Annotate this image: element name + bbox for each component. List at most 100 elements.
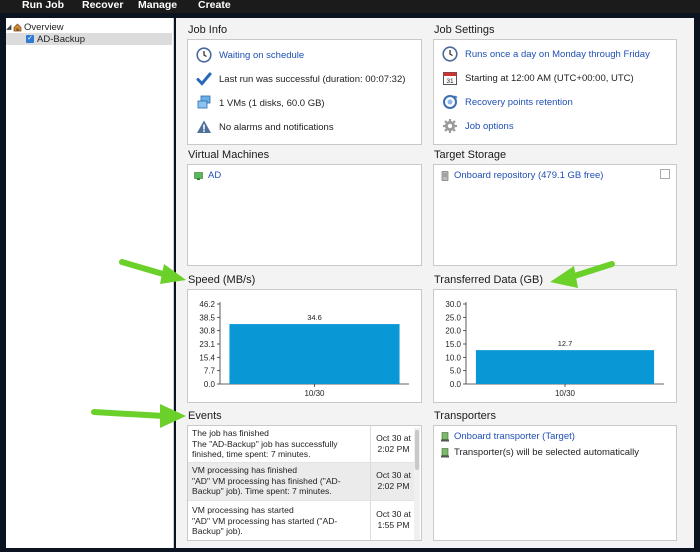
event-message: VM processing has finished "AD" VM proce… [192, 465, 341, 496]
job-options-row: Job options [442, 118, 514, 134]
repository-link[interactable]: Onboard repository (479.1 GB free) [454, 170, 603, 181]
vm-count-text: 1 VMs (1 disks, 60.0 GB) [219, 97, 325, 109]
event-time: Oct 30 at 2:02 PM [370, 426, 414, 462]
transporter-auto-row: Transporter(s) will be selected automati… [440, 447, 639, 458]
y-tick-label: 0.0 [450, 380, 462, 389]
events-scrollbar[interactable] [414, 428, 420, 540]
events-title: Events [188, 410, 222, 422]
y-tick-label: 38.5 [199, 313, 215, 322]
target-storage-panel: Onboard repository (479.1 GB free) [433, 164, 677, 266]
job-status-link[interactable]: Waiting on schedule [219, 50, 304, 61]
checkmark-icon [196, 71, 212, 87]
y-tick-label: 15.0 [445, 340, 461, 349]
x-tick-label: 10/30 [304, 389, 325, 398]
vm-item-ad[interactable]: AD [194, 170, 221, 181]
transporter-icon [440, 431, 450, 442]
speed-title: Speed (MB/s) [188, 274, 256, 286]
y-tick-label: 5.0 [450, 367, 462, 376]
checked-job-icon: ✓ [26, 35, 34, 43]
job-settings-panel: Runs once a day on Monday through Friday… [433, 39, 677, 145]
clock-icon [442, 46, 458, 62]
start-time-row: 31 Starting at 12:00 AM (UTC+00:00, UTC) [442, 70, 634, 86]
repository-checkbox[interactable] [660, 169, 670, 179]
clock-icon [196, 47, 212, 63]
retention-link[interactable]: Recovery points retention [465, 97, 573, 108]
house-icon [13, 23, 22, 32]
schedule-link[interactable]: Runs once a day on Monday through Friday [465, 49, 650, 60]
y-tick-label: 46.2 [199, 300, 215, 309]
transporters-title: Transporters [434, 410, 496, 422]
menubar: Run Job Recover Manage Create [0, 0, 700, 13]
target-storage-title: Target Storage [434, 149, 507, 161]
y-tick-label: 0.0 [204, 380, 216, 389]
annotation-arrow-transferred [550, 261, 615, 288]
last-run-row: Last run was successful (duration: 00:07… [196, 71, 405, 87]
transferred-chart-panel: 0.0 5.0 10.0 15.0 20.0 25.0 30.0 12.7 10/30 [433, 289, 677, 403]
job-info-panel: Waiting on schedule Last run was success… [187, 39, 422, 145]
transporter-icon [440, 447, 450, 458]
schedule-row: Runs once a day on Monday through Friday [442, 46, 650, 62]
tree-label-overview: Overview [24, 21, 64, 33]
y-tick-label: 20.0 [445, 327, 461, 336]
job-status-row: Waiting on schedule [196, 47, 304, 63]
annotation-arrow-events [91, 404, 186, 428]
repository-icon [440, 170, 450, 181]
transferred-title: Transferred Data (GB) [434, 274, 544, 286]
alarms-row: No alarms and notifications [196, 119, 334, 135]
job-options-link[interactable]: Job options [465, 121, 514, 132]
vm-icon [194, 171, 204, 181]
event-time: Oct 30 at 1:55 PM [370, 501, 414, 540]
y-tick-label: 23.1 [199, 340, 215, 349]
last-run-text: Last run was successful (duration: 00:07… [219, 73, 406, 85]
speed-chart-panel: 0.0 7.7 15.4 23.1 30.8 38.5 46.2 34.6 10/30 [187, 289, 422, 403]
vm-count-row: 1 VMs (1 disks, 60.0 GB) [196, 95, 325, 111]
job-settings-title: Job Settings [434, 24, 495, 36]
y-tick-label: 30.8 [199, 327, 215, 336]
x-tick-label: 10/30 [555, 389, 576, 398]
y-tick-label: 15.4 [199, 353, 215, 362]
transporter-auto-text: Transporter(s) will be selected automati… [454, 447, 639, 458]
warning-triangle-icon [196, 119, 212, 135]
repository-row[interactable]: Onboard repository (479.1 GB free) [440, 170, 603, 181]
bar-value-label: 12.7 [558, 339, 573, 348]
y-tick-label: 10.0 [445, 353, 461, 362]
job-info-title: Job Info [188, 24, 228, 36]
events-scroll-thumb[interactable] [415, 430, 419, 470]
transporter-link[interactable]: Onboard transporter (Target) [454, 431, 575, 442]
menu-manage[interactable]: Manage [138, 0, 177, 11]
gear-icon [442, 118, 458, 134]
expand-arrow-icon[interactable]: ◢ [6, 23, 13, 31]
menu-recover[interactable]: Recover [82, 0, 123, 11]
event-row[interactable]: VM processing has finished "AD" VM proce… [188, 463, 416, 501]
bar-value-label: 34.6 [307, 313, 322, 322]
y-tick-label: 30.0 [445, 300, 461, 309]
virtual-machines-title: Virtual Machines [188, 149, 270, 161]
recovery-points-icon [442, 94, 458, 110]
start-time-text: Starting at 12:00 AM (UTC+00:00, UTC) [465, 72, 634, 84]
tree-item-overview[interactable]: ◢ Overview [6, 21, 172, 33]
svg-text:31: 31 [446, 78, 454, 85]
tree-label-ad-backup: AD-Backup [37, 33, 86, 45]
speed-chart: 0.0 7.7 15.4 23.1 30.8 38.5 46.2 34.6 10/30 [199, 300, 409, 398]
event-message: The job has finished The "AD-Backup" job… [192, 428, 338, 459]
event-message: VM processing has started "AD" VM proces… [192, 505, 338, 536]
menu-create[interactable]: Create [198, 0, 231, 11]
retention-row: Recovery points retention [442, 94, 573, 110]
event-row[interactable]: The job has finished The "AD-Backup" job… [188, 426, 416, 463]
y-tick-label: 7.7 [204, 367, 216, 376]
bar [475, 350, 655, 384]
alarms-text: No alarms and notifications [219, 121, 334, 133]
event-row[interactable]: VM processing has started "AD" VM proces… [188, 501, 416, 540]
y-tick-label: 25.0 [445, 313, 461, 322]
event-time: Oct 30 at 2:02 PM [370, 463, 414, 500]
menu-run-job[interactable]: Run Job [22, 0, 64, 11]
tree-item-ad-backup[interactable]: ✓ AD-Backup [6, 33, 172, 45]
vm-label-ad[interactable]: AD [208, 170, 221, 181]
calendar-icon: 31 [442, 70, 458, 86]
transporters-panel: Onboard transporter (Target) Transporter… [433, 425, 677, 541]
annotation-arrow-speed [119, 259, 186, 284]
transporter-row[interactable]: Onboard transporter (Target) [440, 431, 575, 442]
events-panel: The job has finished The "AD-Backup" job… [187, 425, 422, 541]
vm-stack-icon [196, 95, 212, 111]
transferred-chart: 0.0 5.0 10.0 15.0 20.0 25.0 30.0 12.7 10/30 [445, 300, 664, 398]
